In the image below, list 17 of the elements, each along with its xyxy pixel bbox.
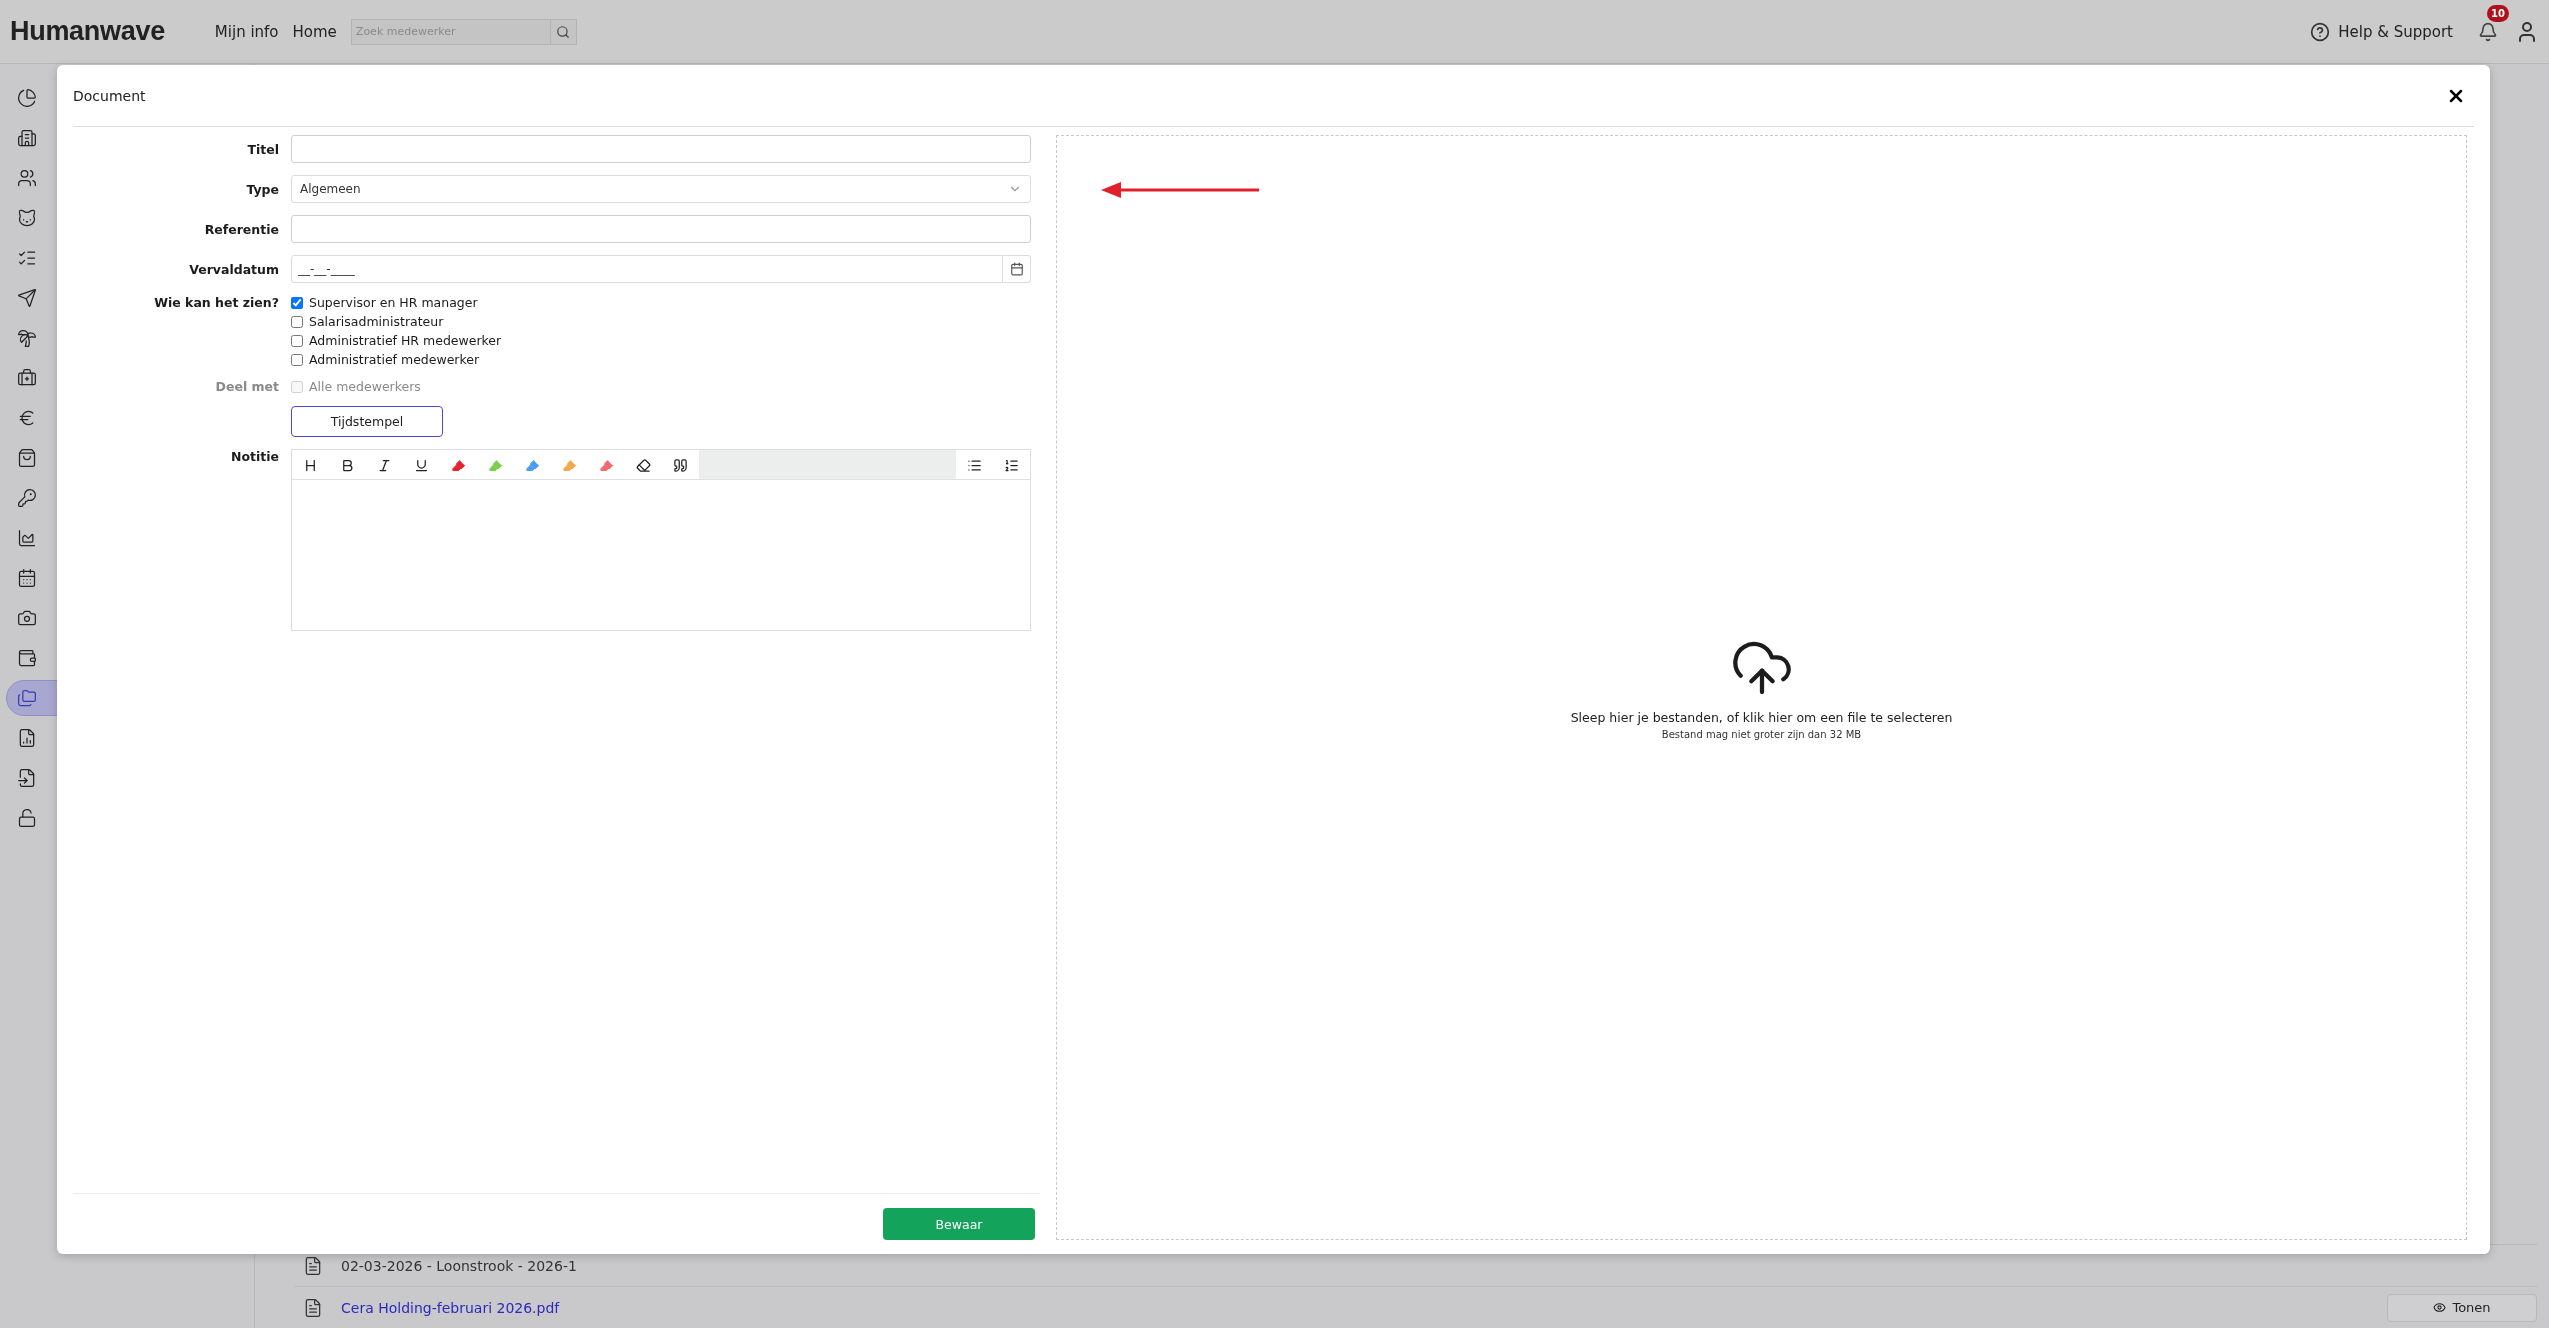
upload-size-hint: Bestand mag niet groter zijn dan 32 MB bbox=[1661, 728, 1862, 740]
checkbox-label: Administratief HR medewerker bbox=[309, 333, 502, 348]
field-label: Wie kan het zien? bbox=[153, 295, 279, 310]
dialog-title: Document bbox=[73, 87, 146, 104]
checkbox-label: Administratief medewerker bbox=[309, 352, 480, 367]
notification-count: 10 bbox=[2487, 4, 2509, 22]
field-label: Titel bbox=[246, 141, 279, 157]
field-label: Notitie bbox=[229, 449, 279, 464]
field-label: Vervaldatum bbox=[188, 261, 279, 277]
field-label: Referentie bbox=[203, 221, 279, 237]
field-label: Deel met bbox=[214, 379, 279, 394]
checkbox-label: Supervisor en HR manager bbox=[309, 295, 478, 310]
upload-instruction: Sleep hier je bestanden, of klik hier om een file te selecteren bbox=[1570, 709, 1953, 725]
field-label: Type bbox=[245, 181, 279, 197]
checkbox-label: Salarisadministrateur bbox=[309, 314, 444, 329]
document-title: 02-03-2026 - Loonstrook - 2026-1 bbox=[341, 1257, 577, 1274]
checkbox-label: Alle medewerkers bbox=[309, 379, 421, 394]
